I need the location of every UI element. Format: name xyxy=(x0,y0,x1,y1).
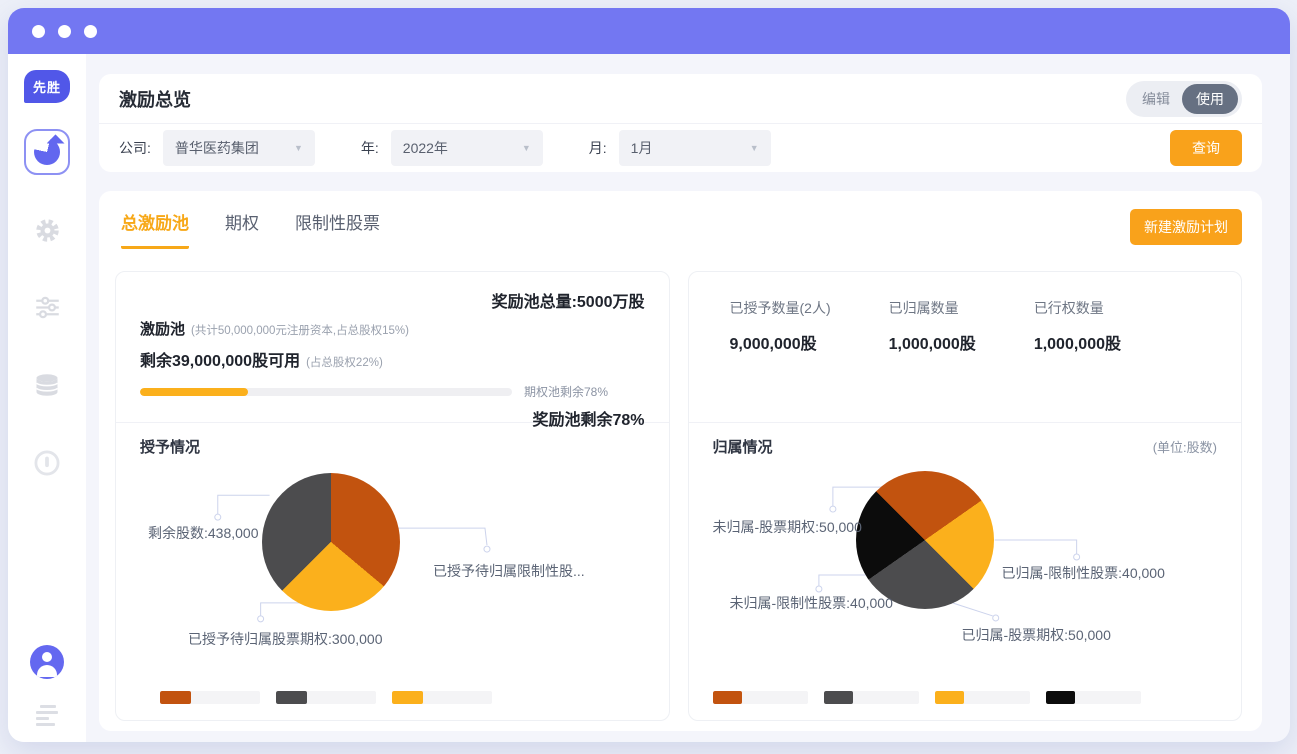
grant-pie[interactable] xyxy=(262,473,400,611)
sidebar-item-dashboard[interactable] xyxy=(24,129,70,175)
sidebar-item-info[interactable] xyxy=(33,449,61,477)
month-label: 月: xyxy=(589,138,607,158)
edit-toggle-option[interactable]: 编辑 xyxy=(1130,85,1182,113)
vesting-section-title: 归属情况 xyxy=(713,436,773,457)
pie-label-unvested-restricted: 未归属-限制性股票:40,000 xyxy=(730,593,893,613)
month-select[interactable]: 1月 ▼ xyxy=(619,130,771,166)
user-avatar-icon[interactable] xyxy=(30,645,64,679)
incentive-pool-card: 总激励池 期权 限制性股票 新建激励计划 奖励池总量:5000万股 激励池 (共计… xyxy=(99,191,1262,731)
gear-icon xyxy=(34,217,61,244)
legend-item-rust[interactable] xyxy=(160,691,260,704)
app-window: 先胜 xyxy=(8,8,1290,742)
legend-item-dark[interactable] xyxy=(824,691,919,704)
vesting-pie[interactable] xyxy=(856,471,994,609)
window-control-icon[interactable] xyxy=(58,25,71,38)
chevron-down-icon: ▼ xyxy=(750,143,759,153)
legend-item-dark[interactable] xyxy=(276,691,376,704)
grant-panel: 奖励池总量:5000万股 激励池 (共计50,000,000元注册资本,占总股权1… xyxy=(115,271,670,721)
legend-item-amber[interactable] xyxy=(935,691,1030,704)
reward-pool-remaining-label: 奖励池剩余78% xyxy=(140,406,645,430)
window-control-icon[interactable] xyxy=(32,25,45,38)
company-label: 公司: xyxy=(119,138,151,158)
tab-total-pool[interactable]: 总激励池 xyxy=(121,209,189,249)
pool-remaining-shares: 剩余39,000,000股可用 xyxy=(140,353,300,370)
pool-name: 激励池 xyxy=(140,321,185,338)
tab-bar: 总激励池 期权 限制性股票 新建激励计划 xyxy=(99,191,1262,249)
legend-item-rust[interactable] xyxy=(713,691,808,704)
pie-label-unvested-options: 未归属-股票期权:50,000 xyxy=(713,517,862,537)
pool-name-note: (共计50,000,000元注册资本,占总股权15%) xyxy=(191,325,409,337)
pie-chart-icon xyxy=(34,139,60,165)
overview-header-card: 激励总览 编辑 使用 公司: 普华医药集团 ▼ 年 xyxy=(99,74,1262,172)
vesting-legend xyxy=(713,691,1218,704)
unit-label: (单位:股数) xyxy=(1153,437,1217,456)
tab-options[interactable]: 期权 xyxy=(225,209,259,249)
grant-pie-chart: 剩余股数:438,000 已授予待归属限制性股... 已授予待归属股票期权:30… xyxy=(140,461,645,689)
year-label: 年: xyxy=(361,138,379,158)
year-select-value: 2022年 xyxy=(403,138,448,158)
vesting-panel: 已授予数量(2人) 9,000,000股 已归属数量 1,000,000股 已行… xyxy=(688,271,1243,721)
sidebar-item-settings[interactable] xyxy=(34,217,61,244)
stat-label: 已行权数量 xyxy=(1034,298,1121,318)
use-toggle-option[interactable]: 使用 xyxy=(1182,84,1238,114)
legend-item-black[interactable] xyxy=(1046,691,1141,704)
pie-label-remaining-shares: 剩余股数:438,000 xyxy=(148,523,259,543)
pie-label-granted-options: 已授予待归属股票期权:300,000 xyxy=(188,629,383,649)
chevron-down-icon: ▼ xyxy=(522,143,531,153)
page-title: 激励总览 xyxy=(119,86,191,112)
sidebar-item-adjustments[interactable] xyxy=(34,294,61,321)
brand-badge: 先胜 xyxy=(24,70,70,103)
pool-progress-bar xyxy=(140,388,512,396)
vesting-pie-chart: 未归属-股票期权:50,000 已归属-限制性股票:40,000 未归属-限制性… xyxy=(713,461,1218,689)
stat-value: 1,000,000股 xyxy=(1034,330,1121,354)
vesting-stats: 已授予数量(2人) 9,000,000股 已归属数量 1,000,000股 已行… xyxy=(713,288,1218,354)
pool-remaining-note: (占总股权22%) xyxy=(306,357,383,369)
stat-exercised: 已行权数量 1,000,000股 xyxy=(1034,298,1121,354)
month-select-value: 1月 xyxy=(631,138,653,158)
pie-label-vested-restricted: 已归属-限制性股票:40,000 xyxy=(1002,563,1165,583)
sidebar-item-data[interactable] xyxy=(33,371,61,399)
option-pool-remaining-label: 期权池剩余78% xyxy=(524,383,608,400)
stat-value: 1,000,000股 xyxy=(889,330,976,354)
chevron-down-icon: ▼ xyxy=(294,143,303,153)
stat-value: 9,000,000股 xyxy=(730,330,831,354)
stat-label: 已授予数量(2人) xyxy=(730,298,831,318)
query-button[interactable]: 查询 xyxy=(1170,130,1242,166)
stat-label: 已归属数量 xyxy=(889,298,976,318)
legend-item-amber[interactable] xyxy=(392,691,492,704)
pool-progress-fill xyxy=(140,388,248,396)
company-select-value: 普华医药集团 xyxy=(175,138,259,158)
reward-pool-total: 奖励池总量:5000万股 xyxy=(140,288,645,312)
pie-label-granted-restricted: 已授予待归属限制性股... xyxy=(433,561,585,581)
company-select[interactable]: 普华医药集团 ▼ xyxy=(163,130,315,166)
window-control-icon[interactable] xyxy=(84,25,97,38)
tab-restricted-stock[interactable]: 限制性股票 xyxy=(295,209,380,249)
grant-legend xyxy=(140,691,645,704)
divider xyxy=(689,422,1242,423)
stat-vested: 已归属数量 1,000,000股 xyxy=(889,298,976,354)
new-incentive-plan-button[interactable]: 新建激励计划 xyxy=(1130,209,1242,245)
grant-section-title: 授予情况 xyxy=(140,436,200,457)
database-icon xyxy=(33,371,61,399)
sliders-icon xyxy=(34,294,61,321)
stat-granted: 已授予数量(2人) 9,000,000股 xyxy=(730,298,831,354)
pie-label-vested-options: 已归属-股票期权:50,000 xyxy=(962,625,1111,645)
alert-circle-icon xyxy=(33,449,61,477)
sidebar: 先胜 xyxy=(8,54,86,742)
edit-use-toggle[interactable]: 编辑 使用 xyxy=(1126,81,1242,117)
window-titlebar xyxy=(8,8,1290,54)
list-menu-icon[interactable] xyxy=(36,705,58,726)
year-select[interactable]: 2022年 ▼ xyxy=(391,130,543,166)
